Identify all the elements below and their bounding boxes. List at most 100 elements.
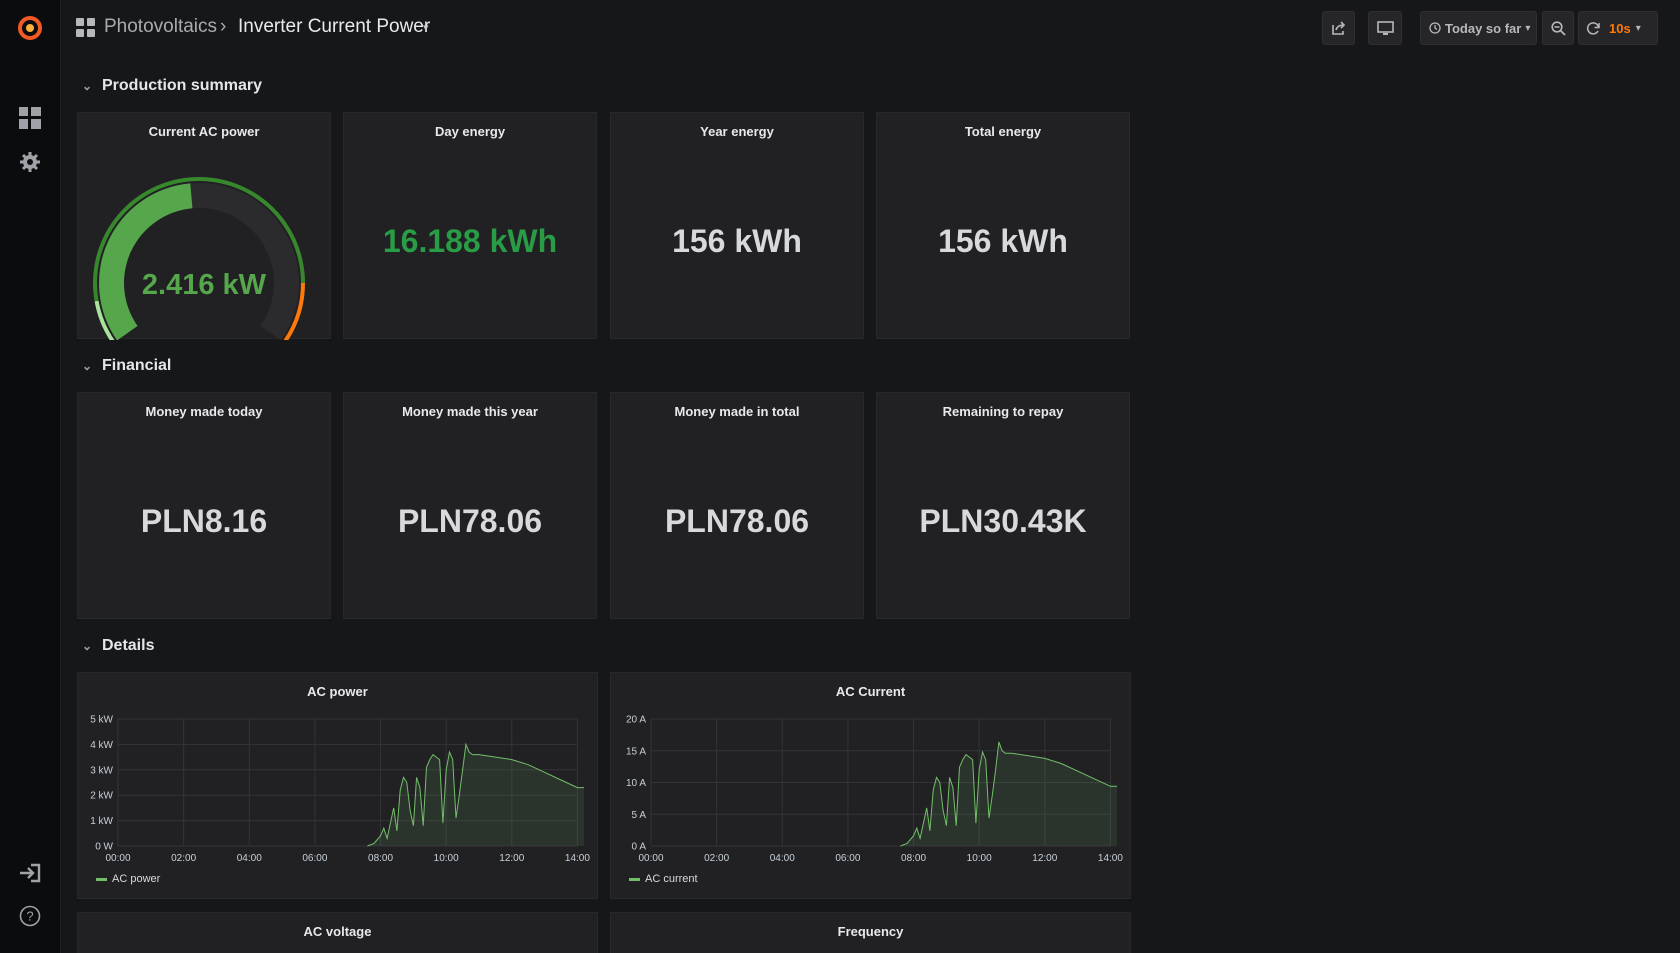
refresh-button[interactable]: 10s ▾ [1578, 11, 1658, 45]
y-tick-label: 10 A [626, 778, 646, 789]
row-production-summary[interactable]: ⌄ Production summary [82, 77, 262, 95]
chevron-down-icon: ⌄ [82, 79, 93, 93]
row-title: Production summary [102, 77, 263, 94]
dashboard-grid-icon[interactable] [76, 18, 95, 42]
panel-title: Total energy [964, 124, 1042, 139]
help-icon[interactable]: ? [16, 902, 44, 930]
share-icon [1331, 21, 1345, 35]
x-tick-label: 14:00 [565, 853, 590, 864]
svg-text:?: ? [26, 909, 33, 924]
panel-ac-voltage[interactable]: AC voltage [77, 912, 598, 953]
y-tick-label: 20 A [626, 715, 646, 726]
panel-title: Year energy [700, 124, 774, 139]
x-tick-label: 04:00 [237, 853, 262, 864]
y-tick-label: 15 A [626, 746, 646, 757]
panel-money-made-in-total[interactable]: Money made in total PLN78.06 [610, 392, 864, 619]
panel-frequency[interactable]: Frequency [610, 912, 1131, 953]
panel-current-ac-power[interactable]: Current AC power 2.416 kW [77, 112, 331, 340]
panel-ac-current[interactable]: AC Current 0 A5 A 10 A 15 A 20 A 00:00 02:00 0… [610, 672, 1131, 899]
y-tick-label: 2 kW [90, 791, 113, 802]
panel-title: Frequency [837, 924, 904, 939]
chevron-down-icon: ▾ [1635, 22, 1641, 34]
y-tick-label: 4 kW [90, 740, 113, 751]
panel-money-made-today[interactable]: Money made today PLN8.16 [77, 392, 331, 619]
side-menu: ? [0, 0, 61, 953]
dashboard-title[interactable]: Inverter Current Power [238, 16, 430, 38]
y-tick-label: 5 A [632, 810, 647, 821]
time-range-label: Today so far [1445, 20, 1522, 36]
panel-title: Money made in total [674, 404, 800, 419]
breadcrumb-folder[interactable]: Photovoltaics [104, 16, 217, 38]
x-tick-label: 08:00 [368, 853, 393, 864]
panel-ac-power[interactable]: AC power 0 W 1 kW 2 kW 3 kW 4 kW 5 kW 00:00 02:… [77, 672, 598, 899]
dashboard-navbar: Photovoltaics › Inverter Current Power ▾… [60, 0, 1680, 56]
panel-year-energy[interactable]: Year energy 156 kWh [610, 112, 864, 339]
y-tick-label: 5 kW [90, 715, 113, 726]
chevron-down-icon: ⌄ [82, 359, 93, 373]
chevron-down-icon: ▾ [1525, 22, 1531, 34]
x-tick-label: 06:00 [302, 853, 327, 864]
x-tick-label: 10:00 [434, 853, 459, 864]
chevron-down-icon[interactable]: ▾ [423, 21, 429, 34]
y-tick-label: 3 kW [90, 765, 113, 776]
dashboards-icon[interactable] [16, 104, 44, 132]
x-tick-label: 08:00 [901, 853, 926, 864]
legend-label: AC current [645, 873, 698, 885]
legend-item[interactable]: AC power [96, 873, 160, 885]
stat-value: 156 kWh [672, 223, 802, 259]
sign-in-icon[interactable] [16, 859, 44, 887]
panel-total-energy[interactable]: Total energy 156 kWh [876, 112, 1130, 339]
grafana-logo-icon[interactable] [16, 14, 44, 42]
y-tick-label: 0 A [632, 842, 647, 853]
ac-power-chart: 0 W 1 kW 2 kW 3 kW 4 kW 5 kW 00:00 02:00 04:00 06… [90, 715, 590, 865]
y-tick-label: 1 kW [90, 816, 113, 827]
refresh-interval-label: 10s [1609, 20, 1631, 36]
x-tick-label: 02:00 [171, 853, 196, 864]
gauge-fill [99, 183, 193, 340]
row-financial[interactable]: ⌄ Financial [82, 357, 171, 375]
panel-day-energy[interactable]: Day energy 16.188 kWh [343, 112, 597, 339]
x-tick-label: 04:00 [770, 853, 795, 864]
row-title: Details [102, 637, 155, 654]
panel-remaining-to-repay[interactable]: Remaining to repay PLN30.43K [876, 392, 1130, 619]
gauge-value: 2.416 kW [141, 269, 267, 301]
zoom-out-button[interactable] [1542, 11, 1574, 45]
monitor-icon [1376, 20, 1394, 35]
legend-item[interactable]: AC current [629, 873, 698, 885]
legend-swatch [96, 877, 107, 881]
stat-value: PLN30.43K [919, 503, 1087, 539]
stat-value: 16.188 kWh [382, 223, 558, 259]
chevron-right-icon: › [220, 16, 227, 37]
time-picker-button[interactable]: Today so far ▾ [1420, 11, 1537, 45]
x-tick-label: 00:00 [638, 853, 663, 864]
refresh-icon [1586, 21, 1600, 35]
zoom-out-icon [1550, 20, 1566, 36]
legend-swatch [629, 877, 640, 881]
share-button[interactable] [1322, 11, 1355, 45]
stat-value: PLN78.06 [397, 503, 543, 539]
x-tick-label: 02:00 [704, 853, 729, 864]
x-tick-label: 14:00 [1098, 853, 1123, 864]
x-tick-label: 06:00 [835, 853, 860, 864]
stat-value: 156 kWh [938, 223, 1068, 259]
panel-title: AC voltage [303, 924, 372, 939]
clock-icon [1429, 22, 1441, 34]
x-tick-label: 12:00 [499, 853, 524, 864]
ac-current-chart: 0 A 5 A 10 A 15 A 20 A 00:00 02:00 04:00 06:00 08… [626, 715, 1123, 865]
gear-icon[interactable] [16, 148, 44, 176]
row-details[interactable]: ⌄ Details [82, 637, 154, 655]
legend-label: AC power [112, 873, 161, 885]
x-tick-label: 00:00 [105, 853, 130, 864]
gauge [93, 177, 306, 340]
x-tick-label: 12:00 [1032, 853, 1057, 864]
x-tick-label: 10:00 [967, 853, 992, 864]
panel-money-made-this-year[interactable]: Money made this year PLN78.06 [343, 392, 597, 619]
tv-mode-button[interactable] [1368, 11, 1402, 45]
y-tick-label: 0 W [95, 842, 113, 853]
panel-title: Money made this year [402, 404, 538, 419]
chevron-down-icon: ⌄ [82, 639, 93, 653]
stat-value: PLN78.06 [664, 503, 810, 539]
panel-title: Day energy [434, 124, 506, 139]
row-title: Financial [102, 357, 172, 374]
panel-title: Money made today [145, 404, 263, 419]
